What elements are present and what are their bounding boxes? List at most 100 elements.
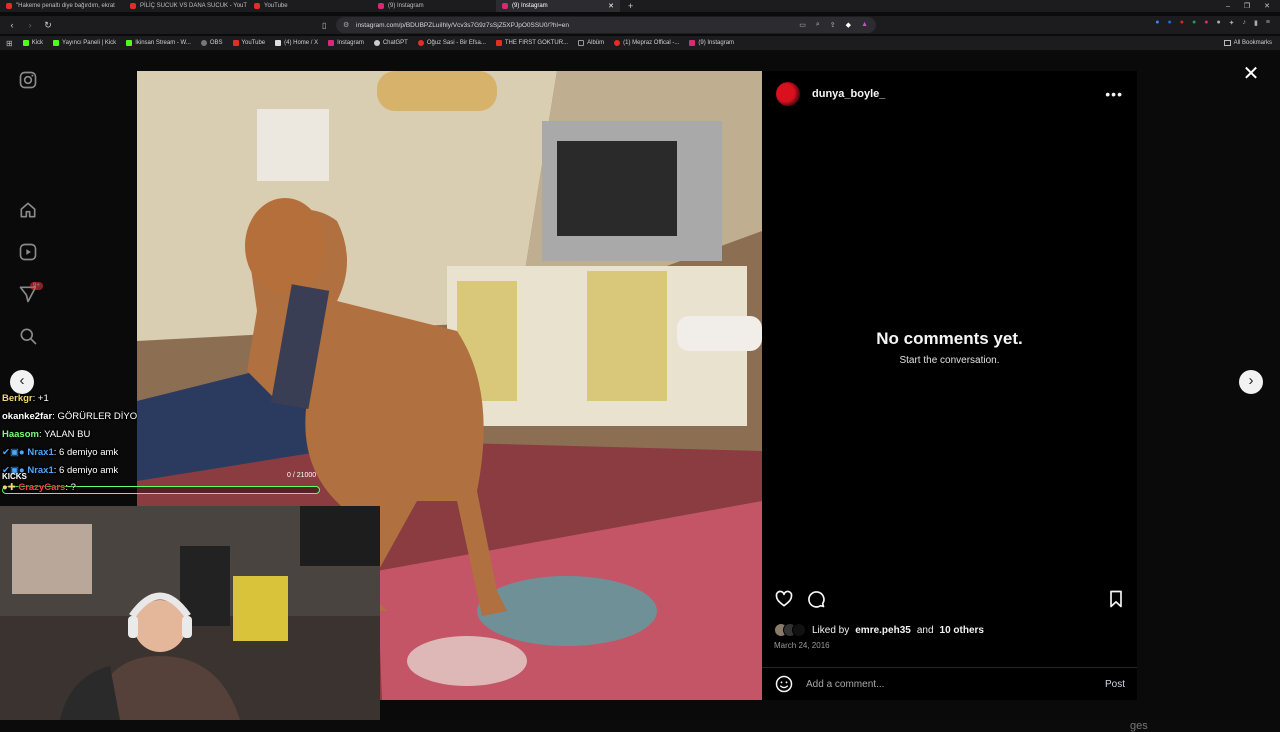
forward-icon[interactable]: › xyxy=(24,20,36,30)
more-options-icon[interactable]: ••• xyxy=(1105,86,1123,102)
obs-icon xyxy=(200,40,207,46)
post-header: dunya_boyle_ ••• xyxy=(762,71,1137,117)
bookmark-item[interactable]: OBS xyxy=(200,40,223,46)
liked-by: Liked by emre.peh35 and 10 others xyxy=(774,623,984,637)
reload-icon[interactable]: ↻ xyxy=(42,20,54,31)
folder-icon xyxy=(1223,40,1231,46)
like-heart-icon[interactable] xyxy=(774,589,794,609)
kicks-count: 0 / 21000 xyxy=(287,472,317,479)
share-icon[interactable]: ⇪ xyxy=(830,21,836,29)
instagram-icon xyxy=(328,40,335,46)
folder-icon xyxy=(578,40,585,46)
chat-username: Haasom xyxy=(2,429,39,440)
sidebar-toggle-icon[interactable]: ▮ xyxy=(1254,19,1258,27)
streamer-webcam xyxy=(0,506,380,720)
new-tab-button[interactable]: + xyxy=(620,1,633,11)
bookmark-page-icon[interactable]: ▯ xyxy=(322,21,326,30)
site-info-icon[interactable]: ⚙ xyxy=(343,21,349,29)
bookmark-item[interactable]: THE FIRST GOKTUR... xyxy=(495,40,568,46)
bookmark-folder[interactable]: Albüm xyxy=(578,40,604,46)
comment-icon[interactable] xyxy=(806,589,826,609)
youtube-icon xyxy=(495,40,502,46)
rewards-icon[interactable]: ▲ xyxy=(861,21,868,29)
liked-others[interactable]: 10 others xyxy=(940,625,984,636)
minimize-icon[interactable]: – xyxy=(1226,3,1230,10)
menu-icon[interactable]: ≡ xyxy=(1266,19,1270,27)
instagram-icon xyxy=(378,3,384,9)
zoom-icon[interactable]: ⌕ xyxy=(816,21,820,29)
browser-tab-bar: "Hakeme penaltı diye bağırdım, ekrat PİL… xyxy=(0,0,1280,12)
apps-grid-icon[interactable]: ⊞ xyxy=(6,39,13,48)
home-icon[interactable] xyxy=(18,200,38,220)
extension-icon[interactable]: ● xyxy=(1168,19,1172,27)
extension-icon[interactable]: ● xyxy=(1216,19,1220,27)
browser-tab[interactable]: PİLİÇ SUCUK VS DANA SUCUK - YouT xyxy=(124,0,248,12)
bookmark-item[interactable]: Kick xyxy=(22,40,43,46)
bookmark-item[interactable]: YouTube xyxy=(232,40,265,46)
extension-icon[interactable]: ● xyxy=(1204,19,1208,27)
back-icon[interactable]: ‹ xyxy=(6,20,18,30)
liked-and: and xyxy=(916,624,934,636)
liked-prefix: Liked by xyxy=(812,624,850,636)
maximize-icon[interactable]: ❐ xyxy=(1244,2,1250,10)
chat-badge-icon: ✔▣● xyxy=(2,447,25,458)
bookmark-item[interactable]: Yayıncı Paneli | Kick xyxy=(53,40,116,46)
media-icon[interactable]: ♪ xyxy=(1243,19,1247,27)
browser-tab[interactable]: "Hakeme penaltı diye bağırdım, ekrat xyxy=(0,0,124,12)
close-window-icon[interactable]: ✕ xyxy=(1264,2,1270,10)
post-comment-button[interactable]: Post xyxy=(1105,679,1125,690)
youtube-icon xyxy=(232,40,239,46)
extension-icon[interactable]: ● xyxy=(1192,19,1196,27)
close-modal-icon[interactable]: ✕ xyxy=(1241,64,1261,84)
next-post-button[interactable]: › xyxy=(1239,370,1263,394)
close-tab-icon[interactable]: ✕ xyxy=(608,2,614,10)
chat-text: 6 demiyo amk xyxy=(59,447,119,458)
chat-username: Nrax1 xyxy=(27,447,54,458)
address-bar-row: ‹ › ↻ ▯ ⚙ instagram.com/p/BDUBPZLuiIhly/… xyxy=(0,16,1280,34)
empty-comments-subtitle: Start the conversation. xyxy=(899,355,1000,366)
avatar[interactable] xyxy=(776,82,800,106)
chat-message: ✔▣● Nrax1: 6 demiyo amk xyxy=(2,447,119,458)
bookmark-item[interactable]: Ikinsan Stream - W... xyxy=(126,40,191,46)
emoji-icon[interactable] xyxy=(774,674,794,694)
chat-message: Haasom: YALAN BU xyxy=(2,429,91,440)
bookmark-item[interactable]: ChatGPT xyxy=(373,40,408,46)
bookmark-item[interactable]: Oğuz Sasi - Bir Efsa... xyxy=(417,40,486,46)
kick-icon xyxy=(53,40,60,46)
comment-composer: Post xyxy=(762,667,1137,700)
extension-icon[interactable]: ● xyxy=(1180,19,1184,27)
post-actions xyxy=(774,589,1126,611)
bookmark-item[interactable]: (9) Instagram xyxy=(689,40,734,46)
save-bookmark-icon[interactable] xyxy=(1106,589,1126,609)
bookmark-item[interactable]: Instagram xyxy=(328,40,364,46)
all-bookmarks-button[interactable]: All Bookmarks xyxy=(1223,36,1272,50)
browser-tab[interactable]: (9) Instagram xyxy=(372,0,496,12)
cast-icon[interactable]: ▭ xyxy=(799,21,806,29)
shield-icon[interactable]: ◆ xyxy=(846,21,851,29)
post-details-panel: dunya_boyle_ ••• No comments yet. Start … xyxy=(762,71,1137,700)
instagram-logo-icon[interactable] xyxy=(18,70,38,90)
chat-badge-icon: ●✚ xyxy=(2,482,16,493)
comment-input[interactable] xyxy=(806,678,1093,690)
instagram-icon xyxy=(502,3,508,9)
extension-icon[interactable]: ● xyxy=(1155,19,1159,27)
chat-text: YALAN BU xyxy=(44,429,91,440)
search-icon[interactable] xyxy=(18,326,38,346)
chatgpt-icon xyxy=(373,40,380,46)
browser-tab[interactable]: YouTube xyxy=(248,0,372,12)
empty-comments-title: No comments yet. xyxy=(876,329,1023,348)
bookmark-item[interactable]: (1) Mepraz Offical -... xyxy=(614,40,679,46)
liked-user[interactable]: emre.peh35 xyxy=(855,625,911,636)
youtube-icon xyxy=(130,3,136,9)
bookmark-item[interactable]: (4) Home / X xyxy=(275,40,318,46)
url-field[interactable]: ⚙ instagram.com/p/BDUBPZLuiIhly/Vcv3s7G9… xyxy=(336,17,876,33)
extensions-puzzle-icon[interactable]: ✦ xyxy=(1229,19,1235,27)
post-date[interactable]: March 24, 2016 xyxy=(774,641,830,650)
instagram-icon xyxy=(689,40,696,46)
post-username[interactable]: dunya_boyle_ xyxy=(812,88,885,100)
browser-tab-active[interactable]: (9) Instagram ✕ xyxy=(496,0,620,12)
x-icon xyxy=(275,40,282,46)
chat-message: Berkgr: +1 xyxy=(2,393,49,404)
youtube-icon xyxy=(417,40,424,46)
reels-icon[interactable] xyxy=(18,242,38,262)
